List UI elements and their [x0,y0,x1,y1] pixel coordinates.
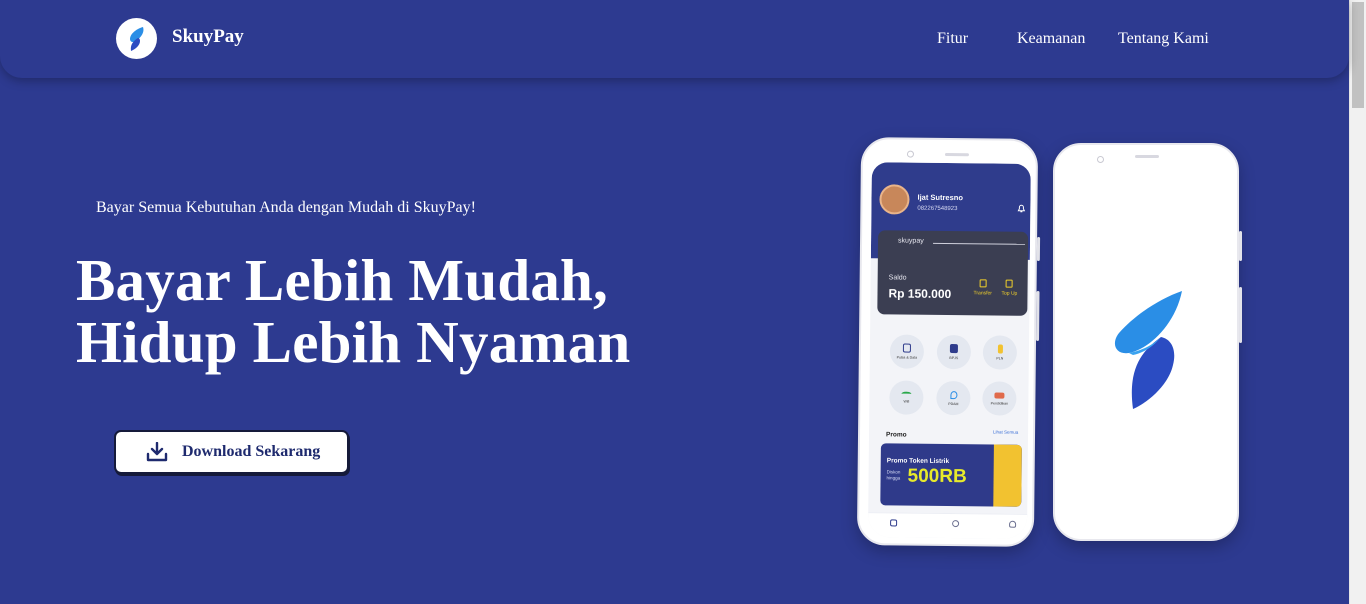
download-button-label: Download Sekarang [182,443,321,460]
phone-side-button [1036,290,1040,341]
phone-icon [902,343,911,353]
scrollbar-thumb[interactable] [1352,2,1364,108]
brand[interactable]: SkuyPay [116,18,244,59]
download-icon [146,442,168,462]
transfer-icon [979,279,987,288]
phone-speaker [1135,155,1159,158]
nav-link-keamanan[interactable]: Keamanan [1017,30,1085,48]
banner-amount: 500RB [907,465,967,488]
saldo-label: Saldo [888,274,907,282]
service-item: BPJS [936,334,972,370]
hero-headline: Bayar Lebih Mudah, Hidup Lebih Nyaman [76,249,630,373]
topup-action: Top Up [1001,279,1018,297]
brand-name: SkuyPay [172,25,244,47]
profile-icon [1009,520,1017,528]
page-scrollbar[interactable] [1349,0,1366,604]
phone-side-button [1239,287,1242,343]
phone-camera [1097,156,1104,163]
download-button[interactable]: Download Sekarang [114,430,349,474]
phone-mockup-app: Ijat Sutresno 082267548923 skuypay Saldo… [856,137,1041,547]
lightning-icon [997,344,1003,354]
nav-link-tentang-kami[interactable]: Tentang Kami [1118,30,1209,48]
service-label: Pendidikan [990,400,1009,406]
transfer-action: Transfer [973,279,992,296]
home-icon [890,519,898,527]
banner-sub-1: Diskon [886,469,901,475]
app-user-phone: 082267548923 [917,205,958,213]
service-item: PLN [982,335,1018,370]
promo-see-all: Lihat Semua [993,429,1019,435]
service-label: Pulsa & Data [896,355,918,360]
skuypay-splash-logo-icon [1109,289,1185,416]
transfer-label: Transfer [973,290,992,297]
banner-accent [993,444,1022,507]
phone-side-button [1036,236,1041,261]
saldo-value: Rp 150.000 [888,286,952,302]
history-icon [952,520,960,528]
wifi-icon [901,391,912,397]
banner-sub-2: hingga [886,475,901,481]
service-label: Wifi [903,399,910,404]
service-item: PDAM [936,380,971,416]
bell-icon [1017,200,1026,218]
service-item: Wifi [889,380,924,415]
app-bottom-nav [867,512,1028,539]
balance-card: skuypay Saldo Rp 150.000 Transfer Top Up [877,230,1029,316]
service-label: PLN [996,356,1004,361]
phone-screen: Ijat Sutresno 082267548923 skuypay Saldo… [867,162,1031,539]
app-user-name: Ijat Sutresno [917,192,963,203]
banner-title: Promo Token Listrik [886,457,950,466]
topup-label: Top Up [1001,290,1018,297]
service-label: BPJS [949,356,959,361]
navbar: SkuyPay Fitur Keamanan Tentang Kami [0,0,1349,78]
card-brand: skuypay [898,237,924,245]
hero-tagline: Bayar Semua Kebutuhan Anda dengan Mudah … [96,199,476,216]
service-label: PDAM [948,401,959,406]
phone-mockup-splash [1053,143,1242,541]
service-item: Pulsa & Data [889,334,925,369]
phone-speaker [944,152,969,157]
banner-subtitle: Diskon hingga [887,469,901,481]
user-avatar [879,184,910,215]
topup-icon [1005,279,1014,288]
graduation-cap-icon [994,391,1005,399]
promo-banner: Promo Token Listrik Diskon hingga 500RB [880,443,1022,507]
headline-line-1: Bayar Lebih Mudah, [76,247,609,313]
nav-link-fitur[interactable]: Fitur [937,30,968,48]
water-drop-icon [949,390,957,399]
phone-camera [906,150,915,158]
card-divider [933,242,1026,245]
promo-label: Promo [885,431,907,439]
people-icon [949,344,958,354]
service-grid: Pulsa & Data BPJS PLN Wifi PDAM Pendidik… [889,334,1020,416]
headline-line-2: Hidup Lebih Nyaman [76,309,631,375]
skuypay-logo-icon [116,18,157,59]
service-item: Pendidikan [982,381,1017,416]
phone-side-button [1239,231,1242,261]
